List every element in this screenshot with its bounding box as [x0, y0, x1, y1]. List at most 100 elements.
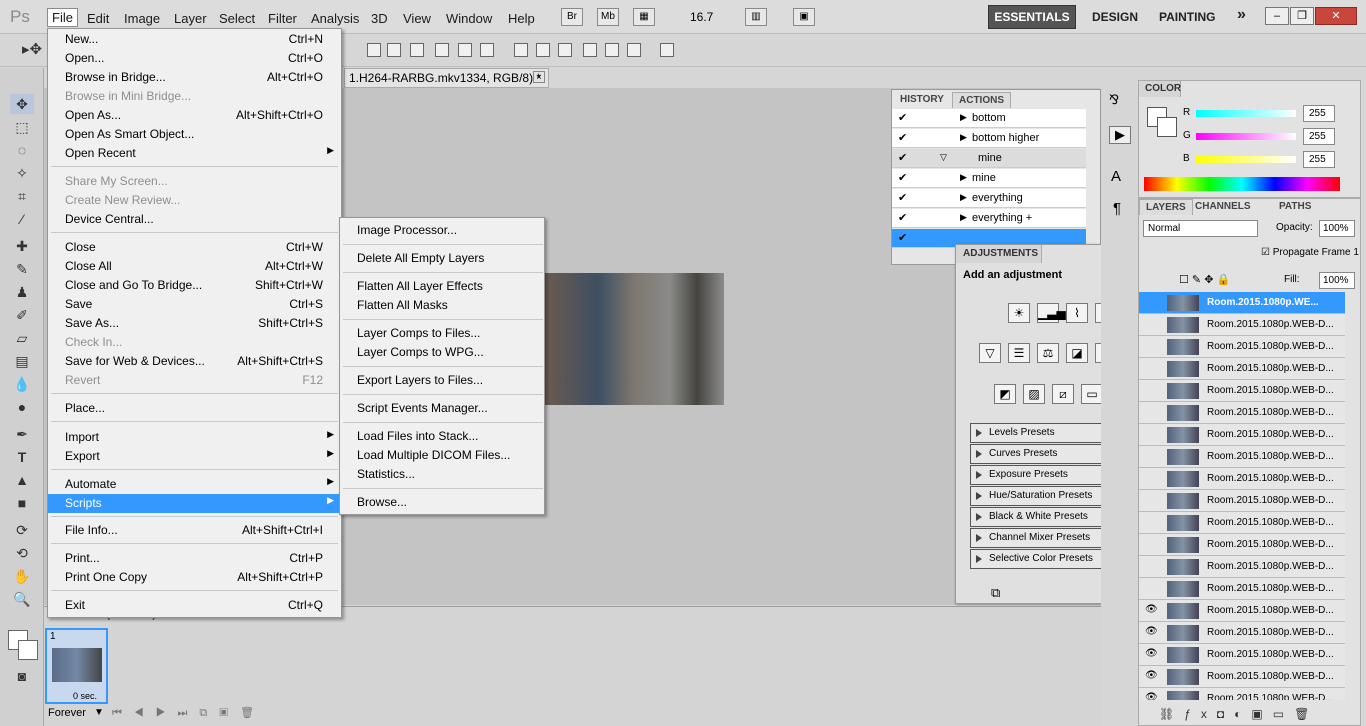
brush-tool-icon[interactable]: ✎: [10, 259, 34, 279]
workspace-design[interactable]: DESIGN: [1092, 10, 1138, 24]
levels-icon[interactable]: ▁▃▅: [1037, 303, 1066, 323]
menu-item-exit[interactable]: Exit Ctrl+Q: [48, 596, 341, 615]
menu-item-flatten-masks[interactable]: Flatten All Masks: [357, 298, 448, 312]
expand-icon[interactable]: ▶: [960, 112, 967, 123]
playback-controls[interactable]: ⏮◀▶⏭⧉▣🗑: [112, 706, 266, 720]
tab-channels[interactable]: CHANNELS: [1189, 199, 1257, 215]
menu-item-export[interactable]: Export ▶: [48, 447, 341, 466]
layer-row[interactable]: 👁 Room.2015.1080p.WEB-D...: [1139, 600, 1345, 622]
close-window-icon[interactable]: ✕: [1315, 7, 1357, 25]
expand-icon[interactable]: ▶: [960, 172, 967, 183]
check-icon[interactable]: ✔: [898, 212, 910, 224]
layer-actions-bar[interactable]: ⛓ƒx◘◐▣▭🗑: [1159, 707, 1319, 721]
view-extras-icon[interactable]: ▦: [633, 8, 655, 26]
distribute-left-icon[interactable]: [583, 43, 597, 57]
play-action-icon[interactable]: ▶: [1109, 126, 1131, 144]
menu-item-browse-bridge[interactable]: Browse in Bridge... Alt+Ctrl+O: [48, 68, 341, 87]
menu-item-image-processor[interactable]: Image Processor...: [357, 223, 457, 237]
check-icon[interactable]: ✔: [898, 112, 910, 124]
brightness-icon[interactable]: ☀: [1008, 303, 1030, 323]
menu-item-open-as[interactable]: Open As... Alt+Shift+Ctrl+O: [48, 106, 341, 125]
layer-row[interactable]: Room.2015.1080p.WEB-D...: [1139, 490, 1345, 512]
menu-item-close-all[interactable]: Close All Alt+Ctrl+W: [48, 257, 341, 276]
layer-row[interactable]: 👁 Room.2015.1080p.WEB-D...: [1139, 688, 1345, 700]
tab-layers[interactable]: LAYERS: [1139, 199, 1193, 215]
crop-tool-icon[interactable]: ⌗: [10, 186, 34, 206]
more-workspaces-icon[interactable]: »: [1237, 6, 1246, 24]
clip-to-layer-icon[interactable]: ⧉: [991, 585, 1000, 601]
layer-row[interactable]: Room.2015.1080p.WEB-D...: [1139, 336, 1345, 358]
menu-window[interactable]: Window: [442, 10, 496, 27]
menu-item-open-recent[interactable]: Open Recent ▶: [48, 144, 341, 163]
green-slider[interactable]: [1196, 133, 1296, 140]
menu-item-new[interactable]: New... Ctrl+N: [48, 30, 341, 49]
eyedropper-tool-icon[interactable]: ⁄: [10, 209, 34, 229]
quick-mask-icon[interactable]: ◙: [10, 666, 34, 686]
threshold-icon[interactable]: ⧄: [1052, 384, 1074, 404]
menu-item-check-in[interactable]: Check In...: [48, 333, 341, 352]
align-right-icon[interactable]: [480, 43, 494, 57]
chevron-down-icon[interactable]: ▼: [94, 707, 104, 718]
healing-brush-icon[interactable]: ✚: [10, 236, 34, 256]
pen-tool-icon[interactable]: ✒: [10, 424, 34, 444]
vibrance-icon[interactable]: ▽: [979, 343, 1001, 363]
paragraph-panel-icon[interactable]: ¶: [1113, 200, 1121, 217]
menu-3d[interactable]: 3D: [367, 10, 392, 27]
menu-item-close[interactable]: Close Ctrl+W: [48, 238, 341, 257]
menu-item-print-one-copy[interactable]: Print One Copy Alt+Shift+Ctrl+P: [48, 568, 341, 587]
auto-align-icon[interactable]: [660, 43, 674, 57]
type-tool-icon[interactable]: T: [10, 447, 34, 467]
layer-row[interactable]: Room.2015.1080p.WEB-D...: [1139, 314, 1345, 336]
clone-stamp-icon[interactable]: ♟: [10, 282, 34, 302]
menu-item-import[interactable]: Import ▶: [48, 428, 341, 447]
background-color-swatch[interactable]: [18, 640, 38, 660]
menu-item-browse[interactable]: Browse...: [357, 495, 407, 509]
layer-row[interactable]: Room.2015.1080p.WEB-D...: [1139, 578, 1345, 600]
distribute-bottom-icon[interactable]: [558, 43, 572, 57]
menu-item-place[interactable]: Place...: [48, 399, 341, 418]
invert-icon[interactable]: ◩: [994, 384, 1016, 404]
menu-item-statistics[interactable]: Statistics...: [357, 467, 415, 481]
animation-frame[interactable]: 1 0 sec.: [45, 628, 108, 704]
blend-mode-select[interactable]: Normal: [1143, 220, 1258, 237]
menu-filter[interactable]: Filter: [264, 10, 301, 27]
menu-item-load-files-stack[interactable]: Load Files into Stack...: [357, 429, 478, 443]
layer-row[interactable]: Room.2015.1080p.WEB-D...: [1139, 446, 1345, 468]
zoom-tool-icon[interactable]: 🔍: [10, 589, 34, 609]
menu-item-layer-comps-wpg[interactable]: Layer Comps to WPG...: [357, 345, 484, 359]
layer-row[interactable]: Room.2015.1080p.WEB-D...: [1139, 424, 1345, 446]
layer-row[interactable]: Room.2015.1080p.WEB-D...: [1139, 556, 1345, 578]
red-value[interactable]: 255: [1303, 105, 1335, 122]
distribute-top-icon[interactable]: [514, 43, 528, 57]
align-bottom-icon[interactable]: [410, 43, 424, 57]
bridge-button[interactable]: Br: [561, 8, 583, 26]
menu-layer[interactable]: Layer: [170, 10, 211, 27]
expand-icon[interactable]: ▶: [960, 212, 967, 223]
menu-view[interactable]: View: [399, 10, 435, 27]
tab-history[interactable]: HISTORY: [894, 92, 950, 108]
close-document-icon[interactable]: ×: [533, 71, 545, 83]
menu-item-revert[interactable]: Revert F12: [48, 371, 341, 390]
layer-row[interactable]: Room.2015.1080p.WEB-D...: [1139, 402, 1345, 424]
quick-select-tool-icon[interactable]: ✧: [10, 163, 34, 183]
move-tool-icon[interactable]: ✥: [10, 94, 34, 114]
menu-image[interactable]: Image: [120, 10, 164, 27]
action-row[interactable]: ✔ ▶ mine: [892, 169, 1086, 188]
menu-item-scripts[interactable]: Scripts ▶: [48, 494, 341, 513]
check-icon[interactable]: ✔: [898, 232, 910, 244]
opacity-input[interactable]: 100%: [1319, 220, 1355, 237]
menu-item-load-dicom[interactable]: Load Multiple DICOM Files...: [357, 448, 510, 462]
menu-item-browse-mini-bridge[interactable]: Browse in Mini Bridge...: [48, 87, 341, 106]
color-spectrum[interactable]: [1144, 177, 1340, 191]
eye-icon[interactable]: 👁: [1145, 604, 1158, 615]
dodge-tool-icon[interactable]: ●: [10, 397, 34, 417]
marquee-tool-icon[interactable]: ⬚: [10, 117, 34, 137]
hand-tool-icon[interactable]: ✋: [10, 566, 34, 586]
screen-mode-icon[interactable]: ▣: [793, 8, 815, 26]
blue-value[interactable]: 255: [1303, 151, 1335, 168]
eye-icon[interactable]: 👁: [1145, 692, 1158, 700]
layer-row[interactable]: 👁 Room.2015.1080p.WEB-D...: [1139, 622, 1345, 644]
tab-paths[interactable]: PATHS: [1273, 199, 1317, 215]
align-top-icon[interactable]: [367, 43, 381, 57]
mini-bridge-button[interactable]: Mb: [597, 8, 619, 26]
